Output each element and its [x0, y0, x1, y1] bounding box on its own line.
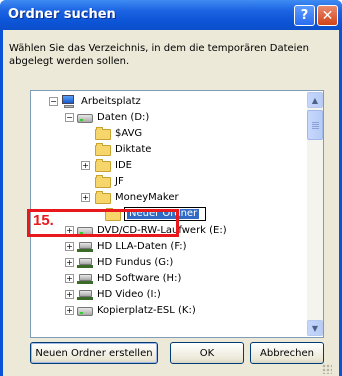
- tree-item-neuer-ordner[interactable]: Neuer Ordner: [31, 207, 305, 223]
- expand-icon[interactable]: +: [65, 258, 74, 267]
- tree-item-label: Arbeitsplatz: [81, 96, 141, 107]
- folder-icon: [105, 208, 121, 221]
- tree-item-moneymaker[interactable]: + MoneyMaker: [31, 190, 305, 206]
- tree-item-label: IDE: [115, 160, 132, 171]
- tree-item-avg[interactable]: $AVG: [31, 126, 305, 142]
- tree-item-daten-d[interactable]: − Daten (D:): [31, 110, 305, 126]
- expand-icon[interactable]: +: [65, 242, 74, 251]
- tree-item-label: MoneyMaker: [115, 192, 179, 203]
- network-drive-icon: [77, 289, 93, 301]
- tree-item-jf[interactable]: JF: [31, 174, 305, 190]
- drive-icon: [77, 114, 93, 123]
- rename-folder-selection: Neuer Ordner: [127, 208, 200, 219]
- tree-item-hd-fundus[interactable]: + HD Fundus (G:): [31, 255, 305, 271]
- expand-icon[interactable]: +: [65, 306, 74, 315]
- collapse-icon[interactable]: −: [65, 113, 74, 122]
- tree-item-label: JF: [115, 176, 124, 187]
- resize-grip[interactable]: [322, 364, 332, 374]
- dialog-description: Wählen Sie das Verzeichnis, in dem die t…: [9, 43, 309, 67]
- tree-item-hd-video[interactable]: + HD Video (I:): [31, 287, 305, 303]
- tree-item-ide[interactable]: + IDE: [31, 158, 305, 174]
- tree-item-hd-software[interactable]: + HD Software (H:): [31, 271, 305, 287]
- folder-icon: [95, 175, 111, 188]
- tree-item-arbeitsplatz[interactable]: − Arbeitsplatz: [31, 94, 305, 110]
- dialog-client-area: Wählen Sie das Verzeichnis, in dem die t…: [3, 30, 339, 376]
- tree-item-dvd-drive[interactable]: + DVD/CD-RW-Laufwerk (E:): [31, 223, 305, 239]
- tree-scrollbar[interactable]: ▲ ▼: [307, 92, 323, 336]
- network-drive-icon: [77, 273, 93, 285]
- tree-item-label: Kopierplatz-ESL (K:): [97, 305, 196, 316]
- new-folder-button-label: Neuen Ordner erstellen: [35, 347, 153, 359]
- scroll-up-button[interactable]: ▲: [307, 92, 323, 108]
- expand-icon[interactable]: +: [65, 274, 74, 283]
- folder-icon: [95, 127, 111, 140]
- tree-item-label: HD LLA-Daten (F:): [97, 241, 187, 252]
- help-icon: ?: [300, 8, 309, 23]
- scroll-up-icon: ▲: [311, 95, 319, 105]
- expand-icon[interactable]: +: [65, 290, 74, 299]
- drive-icon: [77, 307, 93, 316]
- tree-item-hd-lla-daten[interactable]: + HD LLA-Daten (F:): [31, 239, 305, 255]
- new-folder-button[interactable]: Neuen Ordner erstellen: [30, 342, 158, 364]
- collapse-icon[interactable]: −: [49, 97, 58, 106]
- dialog-window: Ordner suchen ? ✕ Wählen Sie das Verzeic…: [0, 0, 342, 376]
- computer-icon: [61, 95, 77, 109]
- expand-icon[interactable]: +: [81, 193, 90, 202]
- folder-icon: [95, 159, 111, 172]
- expand-icon[interactable]: +: [65, 226, 74, 235]
- scroll-down-icon: ▼: [311, 323, 319, 333]
- network-drive-icon: [77, 241, 93, 253]
- tree-item-kopierplatz-esl[interactable]: + Kopierplatz-ESL (K:): [31, 303, 305, 319]
- ok-button-label: OK: [199, 347, 215, 359]
- tree-item-label: HD Software (H:): [97, 273, 182, 284]
- expand-icon[interactable]: +: [81, 161, 90, 170]
- rename-folder-input[interactable]: Neuer Ordner: [124, 207, 206, 221]
- close-icon: ✕: [321, 7, 334, 24]
- network-drive-icon: [77, 257, 93, 269]
- tree-item-label: $AVG: [115, 128, 143, 139]
- close-button[interactable]: ✕: [317, 5, 338, 26]
- title-bar[interactable]: Ordner suchen ? ✕: [0, 0, 342, 30]
- scroll-thumb[interactable]: [307, 110, 323, 140]
- tree-item-diktate[interactable]: Diktate: [31, 142, 305, 158]
- help-button[interactable]: ?: [294, 5, 315, 26]
- cancel-button[interactable]: Abbrechen: [250, 342, 324, 364]
- tree-item-label: HD Video (I:): [97, 289, 161, 300]
- folder-tree[interactable]: − Arbeitsplatz − Daten (D:) $AVG Diktate: [30, 90, 324, 338]
- tree-item-label: HD Fundus (G:): [97, 257, 174, 268]
- tree-item-label: Diktate: [115, 144, 152, 155]
- scroll-down-button[interactable]: ▼: [307, 320, 323, 336]
- cancel-button-label: Abbrechen: [260, 347, 314, 359]
- folder-icon: [95, 143, 111, 156]
- folder-icon: [95, 191, 111, 204]
- dialog-title: Ordner suchen: [8, 7, 116, 22]
- ok-button[interactable]: OK: [170, 342, 244, 364]
- step-number-label: 15.: [33, 212, 54, 229]
- cd-drive-icon: [77, 227, 93, 236]
- tree-item-label: Daten (D:): [97, 112, 150, 123]
- tree-item-label: DVD/CD-RW-Laufwerk (E:): [97, 225, 227, 236]
